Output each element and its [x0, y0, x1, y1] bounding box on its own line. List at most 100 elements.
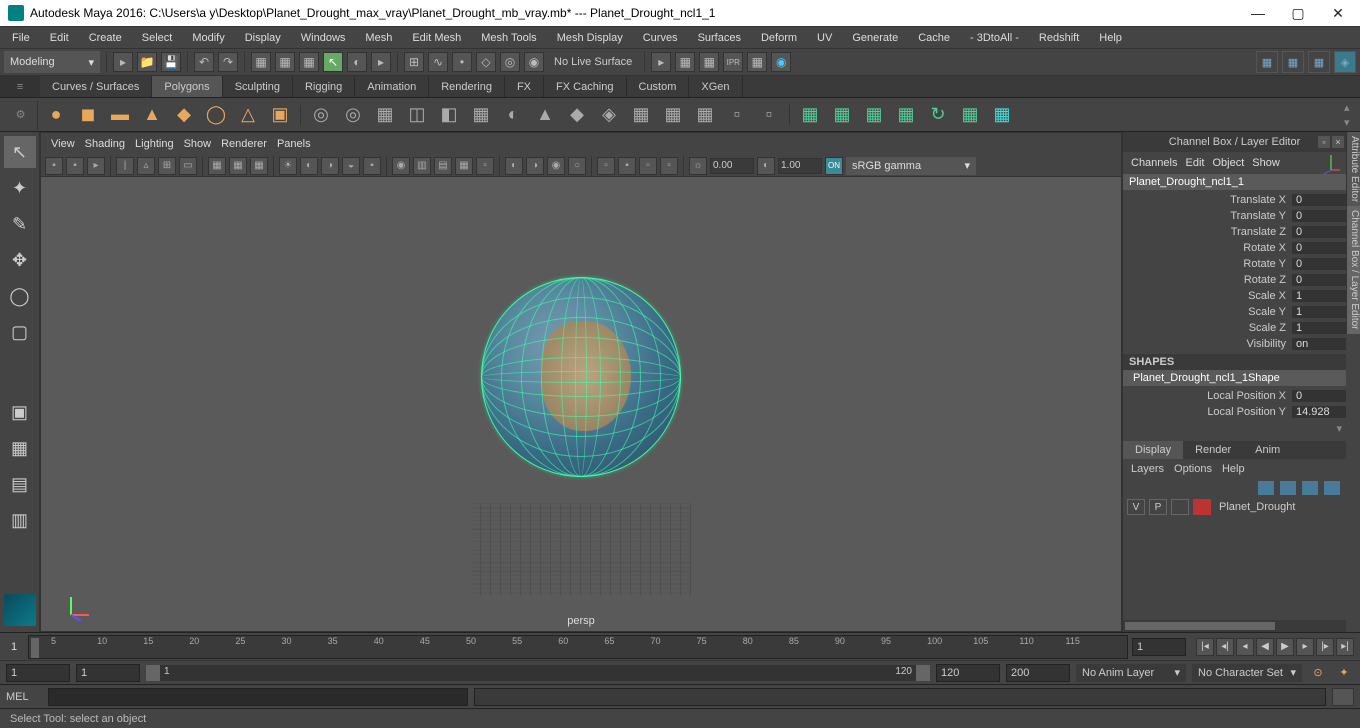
attr-value[interactable]: 0	[1292, 210, 1346, 222]
auto-keyframe-icon[interactable]: ⊙	[1308, 663, 1328, 683]
poly-smooth-icon[interactable]: ▲	[531, 101, 559, 129]
range-slider[interactable]: 1 120	[146, 665, 930, 681]
step-back-button[interactable]: ◂	[1236, 638, 1254, 656]
poly-mirror-icon[interactable]: ◈	[595, 101, 623, 129]
shelf-tab-curves-surfaces[interactable]: Curves / Surfaces	[40, 76, 152, 97]
anim-layer-selector[interactable]: No Anim Layer▾	[1076, 664, 1186, 682]
menu-file[interactable]: File	[6, 30, 36, 46]
layer-name[interactable]: Planet_Drought	[1215, 501, 1342, 513]
paint-select-tool[interactable]: ✎	[4, 208, 36, 240]
vfilm-icon[interactable]: ▭	[179, 157, 197, 175]
command-input[interactable]	[48, 688, 468, 706]
workspace-selector[interactable]: Modeling▾	[4, 51, 100, 73]
playback-start-field[interactable]	[76, 664, 140, 682]
attr-value[interactable]: 0	[1292, 390, 1346, 402]
shelf-tab-fx-caching[interactable]: FX Caching	[544, 76, 626, 97]
new-scene-icon[interactable]: ▸	[113, 52, 133, 72]
viso-icon[interactable]: ◉	[392, 157, 410, 175]
shelf-scroll[interactable]: ▴▾	[1344, 101, 1356, 129]
lasso-tool[interactable]: ✦	[4, 172, 36, 204]
menu-edit-mesh[interactable]: Edit Mesh	[406, 30, 467, 46]
poly-insert-edge-icon[interactable]: ▫	[755, 101, 783, 129]
layer-row[interactable]: V P Planet_Drought	[1123, 497, 1346, 517]
layer-tab-render[interactable]: Render	[1183, 441, 1243, 459]
poly-reduce-icon[interactable]: ◆	[563, 101, 591, 129]
menu-mesh-tools[interactable]: Mesh Tools	[475, 30, 542, 46]
play-forward-button[interactable]: ▶	[1276, 638, 1294, 656]
shape-name[interactable]: Planet_Drought_ncl1_1Shape	[1123, 370, 1346, 386]
close-button[interactable]: ✕	[1318, 0, 1358, 26]
current-time-marker[interactable]	[31, 638, 39, 658]
selected-object-name[interactable]: Planet_Drought_ncl1_1	[1123, 174, 1346, 190]
poly-target-weld-icon[interactable]: ▫	[723, 101, 751, 129]
uv-layout-icon[interactable]: ▦	[988, 101, 1016, 129]
poly-cylinder-icon[interactable]: ▬	[106, 101, 134, 129]
make-live-icon[interactable]: ◉	[524, 52, 544, 72]
vgate-icon[interactable]: ▪	[618, 157, 636, 175]
select-tool[interactable]: ↖	[4, 136, 36, 168]
minimize-button[interactable]: —	[1238, 0, 1278, 26]
attr-value[interactable]: 0	[1292, 274, 1346, 286]
select-component-icon[interactable]: ▦	[299, 52, 319, 72]
layer-visibility-toggle[interactable]: V	[1127, 499, 1145, 515]
layer-scrollbar[interactable]	[1123, 620, 1346, 632]
panel-toggle3-icon[interactable]: ▦	[1308, 51, 1330, 73]
poly-fill-icon[interactable]: ▦	[627, 101, 655, 129]
layer-new-selected-icon[interactable]	[1324, 481, 1340, 495]
attr-value[interactable]: 0	[1292, 226, 1346, 238]
go-start-button[interactable]: |◂	[1196, 638, 1214, 656]
range-start-handle[interactable]	[146, 665, 160, 681]
panel-toggle4-icon[interactable]: ◈	[1334, 51, 1356, 73]
channel-box-tab[interactable]: Channel Box / Layer Editor	[1346, 206, 1360, 334]
snap-curve-icon[interactable]: ∿	[428, 52, 448, 72]
play-back-button[interactable]: ◀	[1256, 638, 1274, 656]
poly-separate-icon[interactable]: ▦	[371, 101, 399, 129]
layer-tab-anim[interactable]: Anim	[1243, 441, 1292, 459]
vlight2-icon[interactable]: ◐	[505, 157, 523, 175]
panel-close-icon[interactable]: ×	[1332, 136, 1344, 148]
vexposure-icon[interactable]: ☼	[689, 157, 707, 175]
poly-pipe-icon[interactable]: ▣	[266, 101, 294, 129]
vdepth-icon[interactable]: ▦	[455, 157, 473, 175]
attr-value[interactable]: 1	[1292, 322, 1346, 334]
cb-menu-object[interactable]: Object	[1212, 157, 1244, 169]
shelf-tab-custom[interactable]: Custom	[627, 76, 690, 97]
poly-cone-icon[interactable]: ▲	[138, 101, 166, 129]
render-settings-icon[interactable]: ▦	[747, 52, 767, 72]
panel-menu-shading[interactable]: Shading	[85, 138, 125, 150]
undo-icon[interactable]: ↶	[194, 52, 214, 72]
select-highlight-icon[interactable]: ▸	[371, 52, 391, 72]
poly-type-icon[interactable]: ◎	[307, 101, 335, 129]
layer-playback-toggle[interactable]: P	[1149, 499, 1167, 515]
construction-history-icon[interactable]: ▸	[651, 52, 671, 72]
timeline-ruler[interactable]: 5101520253035404550556065707580859095100…	[28, 635, 1128, 659]
layer-move-up-icon[interactable]	[1258, 481, 1274, 495]
layer-new-empty-icon[interactable]	[1302, 481, 1318, 495]
poly-merge-icon[interactable]: ▦	[691, 101, 719, 129]
vfog-icon[interactable]: ▫	[476, 157, 494, 175]
shelf-tab-polygons[interactable]: Polygons	[152, 76, 222, 97]
poly-combine-icon[interactable]: ◎	[339, 101, 367, 129]
cb-menu-edit[interactable]: Edit	[1185, 157, 1204, 169]
attr-value[interactable]: 0	[1292, 258, 1346, 270]
shelf-tab-animation[interactable]: Animation	[355, 76, 429, 97]
selection-mask-icon[interactable]: ↖	[323, 52, 343, 72]
uv-auto-icon[interactable]: ▦	[892, 101, 920, 129]
vcam2-icon[interactable]: ▪	[66, 157, 84, 175]
menu-display[interactable]: Display	[239, 30, 287, 46]
render-view-icon[interactable]: ▦	[675, 52, 695, 72]
uv-editor-icon[interactable]: ▦	[956, 101, 984, 129]
menu-uv[interactable]: UV	[811, 30, 838, 46]
layout-two-icon[interactable]: ▤	[4, 468, 36, 500]
vtex-icon[interactable]: ▦	[250, 157, 268, 175]
panel-menu-lighting[interactable]: Lighting	[135, 138, 174, 150]
cb-menu-show[interactable]: Show	[1252, 157, 1280, 169]
menu-curves[interactable]: Curves	[637, 30, 684, 46]
layer-move-down-icon[interactable]	[1280, 481, 1296, 495]
vbar-icon[interactable]: |	[116, 157, 134, 175]
script-editor-button[interactable]	[1332, 688, 1354, 706]
menu-edit[interactable]: Edit	[44, 30, 75, 46]
maximize-button[interactable]: ▢	[1278, 0, 1318, 26]
panel-menu-panels[interactable]: Panels	[277, 138, 311, 150]
scale-tool[interactable]: ▢	[4, 316, 36, 348]
